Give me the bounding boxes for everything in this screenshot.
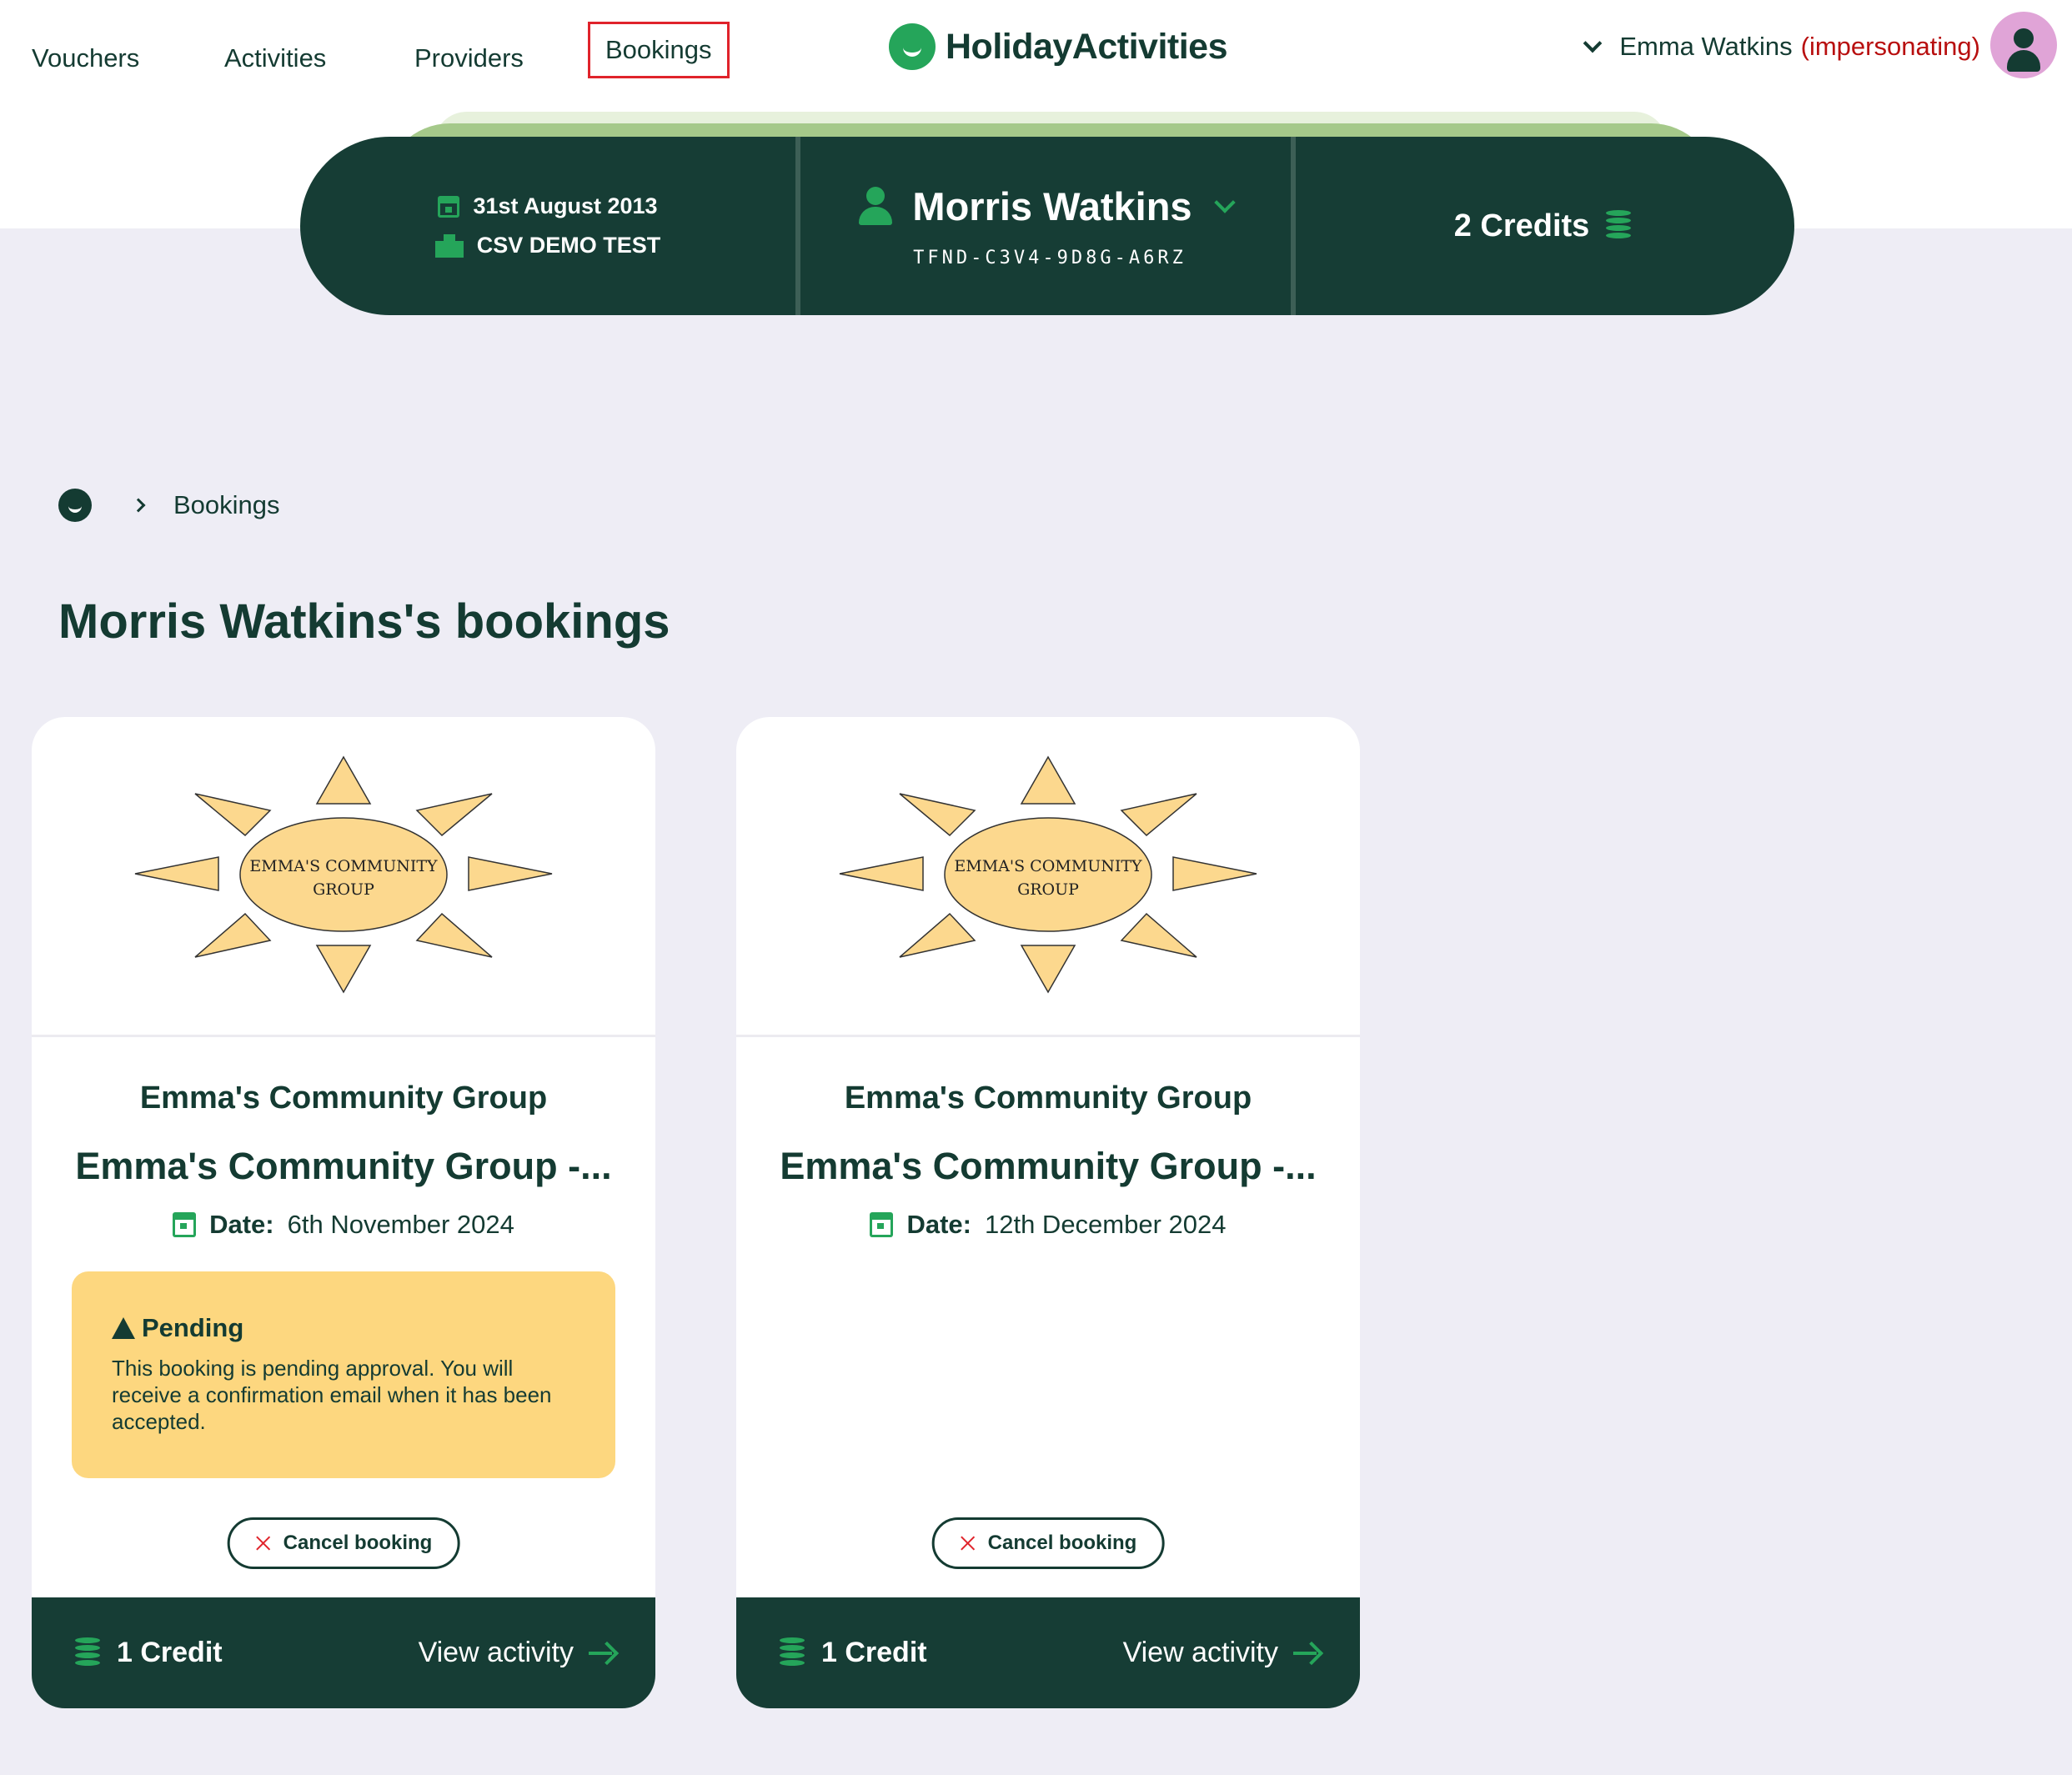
hero-date: 31st August 2013: [473, 193, 658, 218]
activity-title: Emma's Community Group -...: [75, 1145, 612, 1187]
pending-notice: Pending This booking is pending approval…: [72, 1271, 615, 1478]
close-icon: [255, 1535, 272, 1552]
nav-vouchers[interactable]: Vouchers: [32, 25, 139, 92]
arrow-right-icon: [1293, 1642, 1320, 1665]
provider-name: Emma's Community Group: [844, 1081, 1252, 1116]
calendar-icon: [173, 1212, 197, 1237]
chevron-down-icon: [1213, 191, 1236, 213]
calendar-icon: [438, 195, 460, 218]
home-icon[interactable]: [58, 489, 92, 522]
booking-date: Date: 6th November 2024: [32, 1210, 655, 1240]
smile-logo-icon: [889, 23, 936, 70]
provider-name: Emma's Community Group: [139, 1081, 548, 1116]
child-summary-banner: 31st August 2013 CSV DEMO TEST Morris Wa…: [300, 137, 1794, 315]
avatar[interactable]: [1990, 12, 2057, 78]
credit-cost: 1 Credit: [117, 1637, 223, 1668]
scheme-section: 31st August 2013 CSV DEMO TEST: [300, 137, 795, 315]
impersonating-label: (impersonating): [1800, 32, 1980, 61]
nav-activities[interactable]: Activities: [224, 25, 326, 92]
view-activity-label: View activity: [1122, 1637, 1278, 1668]
provider-logo-image: EMMA'S COMMUNITY GROUP: [736, 717, 1360, 1037]
pending-title: Pending: [142, 1313, 244, 1342]
close-icon: [960, 1535, 976, 1552]
booking-card: EMMA'S COMMUNITY GROUP Emma's Community …: [32, 717, 655, 1708]
chevron-down-icon: [1583, 33, 1603, 53]
user-name: Emma Watkins: [1619, 32, 1793, 61]
page-title: Morris Watkins's bookings: [58, 594, 670, 649]
provider-logo-image: EMMA'S COMMUNITY GROUP: [32, 717, 655, 1037]
hero-scheme: CSV DEMO TEST: [476, 233, 661, 258]
brand-logo[interactable]: HolidayActivities: [889, 22, 1228, 72]
booking-card: EMMA'S COMMUNITY GROUP Emma's Community …: [736, 717, 1360, 1708]
user-menu[interactable]: Emma Watkins (impersonating): [1583, 23, 1980, 70]
logo-text-line-2: GROUP: [1017, 880, 1079, 899]
breadcrumb-current: Bookings: [173, 490, 280, 519]
coins-icon: [72, 1635, 105, 1670]
date-label: Date:: [906, 1210, 971, 1239]
nav-providers[interactable]: Providers: [414, 25, 524, 92]
logo-text-line-1: EMMA'S COMMUNITY: [249, 857, 438, 875]
date-label: Date:: [209, 1210, 274, 1239]
date-value: 6th November 2024: [287, 1210, 514, 1239]
view-activity-link[interactable]: View activity: [1123, 1637, 1320, 1669]
arrow-right-icon: [589, 1642, 615, 1665]
view-activity-link[interactable]: View activity: [419, 1637, 615, 1669]
cancel-booking-button[interactable]: Cancel booking: [931, 1517, 1165, 1569]
cancel-booking-label: Cancel booking: [283, 1532, 433, 1554]
coins-icon: [776, 1635, 810, 1670]
credit-cost: 1 Credit: [821, 1637, 927, 1668]
warning-icon: [112, 1317, 135, 1339]
booking-date: Date: 12th December 2024: [736, 1210, 1360, 1240]
coins-icon: [1603, 208, 1636, 243]
credits-count: 2 Credits: [1453, 208, 1590, 243]
chevron-right-icon: [131, 498, 146, 513]
date-value: 12th December 2024: [984, 1210, 1227, 1239]
card-footer: 1 Credit View activity: [32, 1597, 655, 1708]
child-selector[interactable]: Morris Watkins TFND-C3V4-9D8G-A6RZ: [795, 137, 1296, 315]
logo-text-line-1: EMMA'S COMMUNITY: [954, 857, 1142, 875]
cancel-booking-button[interactable]: Cancel booking: [227, 1517, 460, 1569]
calendar-icon: [870, 1212, 894, 1237]
voucher-code: TFND-C3V4-9D8G-A6RZ: [913, 248, 1187, 268]
cancel-booking-label: Cancel booking: [987, 1532, 1137, 1554]
view-activity-label: View activity: [418, 1637, 574, 1668]
breadcrumb: Bookings: [58, 488, 280, 523]
person-icon: [859, 186, 893, 227]
pending-message: This booking is pending approval. You wi…: [112, 1356, 552, 1434]
child-name: Morris Watkins: [912, 184, 1192, 228]
nav-bookings[interactable]: Bookings: [588, 22, 730, 78]
credits-section: 2 Credits: [1296, 137, 1794, 315]
activity-title: Emma's Community Group -...: [780, 1145, 1317, 1187]
card-footer: 1 Credit View activity: [736, 1597, 1360, 1708]
logo-text-line-2: GROUP: [313, 880, 374, 899]
brand-name: HolidayActivities: [946, 26, 1228, 67]
school-icon: [434, 233, 464, 258]
